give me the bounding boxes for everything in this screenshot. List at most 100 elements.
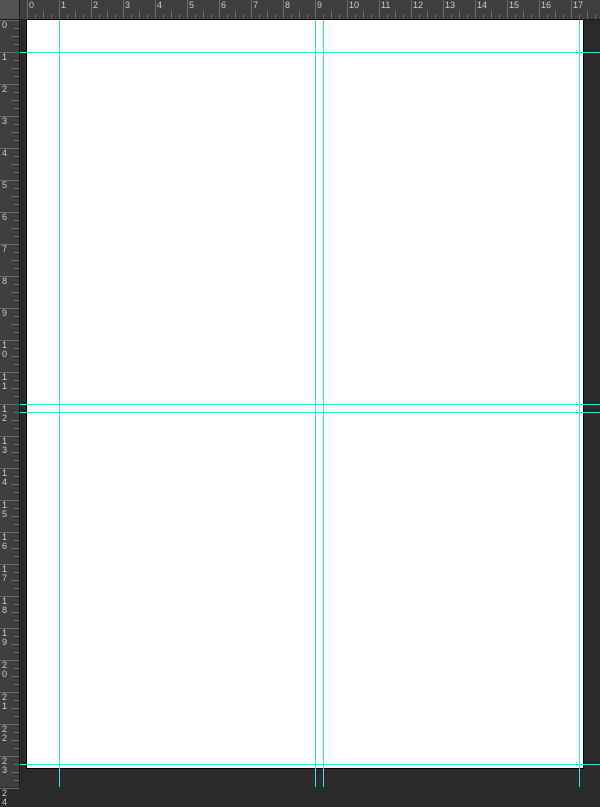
ruler-v-label: 9 bbox=[2, 309, 7, 318]
ruler-v-subtick bbox=[14, 380, 19, 381]
ruler-h-subtick bbox=[523, 11, 524, 19]
ruler-h-subtick bbox=[75, 11, 76, 19]
ruler-h-tick bbox=[219, 0, 220, 19]
ruler-v-subtick bbox=[14, 252, 19, 253]
ruler-h-tick bbox=[411, 0, 412, 19]
ruler-v-label: 2 2 bbox=[2, 725, 7, 743]
ruler-v-label: 1 5 bbox=[2, 501, 7, 519]
guide-horizontal[interactable] bbox=[20, 52, 600, 53]
ruler-h-tick bbox=[123, 0, 124, 19]
ruler-h-subtick bbox=[563, 14, 564, 19]
ruler-h-subtick bbox=[67, 14, 68, 19]
ruler-v-subtick bbox=[14, 28, 19, 29]
ruler-v-subtick bbox=[14, 492, 19, 493]
ruler-v-label: 2 0 bbox=[2, 661, 7, 679]
ruler-v-subtick bbox=[14, 700, 19, 701]
ruler-h-label: 10 bbox=[349, 1, 359, 10]
ruler-v-subtick bbox=[14, 684, 19, 685]
ruler-h-subtick bbox=[491, 11, 492, 19]
document-canvas[interactable] bbox=[27, 20, 583, 768]
ruler-v-subtick bbox=[14, 76, 19, 77]
ruler-h-subtick bbox=[163, 14, 164, 19]
ruler-v-subtick bbox=[14, 636, 19, 637]
ruler-h-subtick bbox=[579, 14, 580, 19]
ruler-v-subtick bbox=[11, 292, 19, 293]
ruler-v-subtick bbox=[14, 220, 19, 221]
ruler-h-tick bbox=[539, 0, 540, 19]
ruler-h-subtick bbox=[203, 11, 204, 19]
ruler-h-subtick bbox=[99, 14, 100, 19]
ruler-h-subtick bbox=[387, 14, 388, 19]
ruler-v-subtick bbox=[11, 484, 19, 485]
ruler-h-tick bbox=[187, 0, 188, 19]
ruler-v-label: 2 3 bbox=[2, 757, 7, 775]
ruler-v-subtick bbox=[14, 620, 19, 621]
ruler-h-subtick bbox=[43, 11, 44, 19]
ruler-v-subtick bbox=[14, 316, 19, 317]
ruler-v-subtick bbox=[11, 132, 19, 133]
ruler-v-subtick bbox=[14, 668, 19, 669]
ruler-h-label: 8 bbox=[285, 1, 290, 10]
ruler-v-subtick bbox=[14, 540, 19, 541]
ruler-h-subtick bbox=[259, 14, 260, 19]
ruler-v-subtick bbox=[14, 332, 19, 333]
guide-horizontal[interactable] bbox=[20, 404, 600, 405]
ruler-v-subtick bbox=[14, 44, 19, 45]
ruler-v-subtick bbox=[14, 60, 19, 61]
ruler-v-subtick bbox=[14, 412, 19, 413]
ruler-h-tick bbox=[155, 0, 156, 19]
ruler-h-subtick bbox=[499, 14, 500, 19]
ruler-v-subtick bbox=[14, 156, 19, 157]
ruler-v-subtick bbox=[11, 516, 19, 517]
ruler-v-subtick bbox=[14, 556, 19, 557]
ruler-v-subtick bbox=[14, 508, 19, 509]
ruler-v-label: 1 2 bbox=[2, 405, 7, 423]
ruler-origin-box[interactable] bbox=[0, 0, 20, 20]
ruler-v-subtick bbox=[11, 356, 19, 357]
ruler-v-label: 6 bbox=[2, 213, 7, 222]
ruler-v-subtick bbox=[14, 748, 19, 749]
ruler-v-subtick bbox=[11, 580, 19, 581]
ruler-h-subtick bbox=[307, 14, 308, 19]
ruler-v-subtick bbox=[14, 284, 19, 285]
ruler-h-tick bbox=[315, 0, 316, 19]
ruler-horizontal[interactable]: 0123456789101112131415161718 bbox=[20, 0, 600, 20]
ruler-h-tick bbox=[507, 0, 508, 19]
ruler-v-subtick bbox=[11, 324, 19, 325]
ruler-h-subtick bbox=[515, 14, 516, 19]
ruler-h-label: 2 bbox=[93, 1, 98, 10]
ruler-vertical[interactable]: 01234567891 01 11 21 31 41 51 61 71 81 9… bbox=[0, 20, 20, 787]
ruler-v-subtick bbox=[11, 644, 19, 645]
workspace[interactable] bbox=[20, 20, 600, 787]
ruler-h-subtick bbox=[107, 11, 108, 19]
ruler-h-label: 11 bbox=[381, 1, 390, 10]
ruler-v-label: 0 bbox=[2, 21, 7, 30]
ruler-v-label: 1 9 bbox=[2, 629, 7, 647]
ruler-h-subtick bbox=[467, 14, 468, 19]
ruler-v-subtick bbox=[14, 764, 19, 765]
ruler-h-subtick bbox=[427, 11, 428, 19]
ruler-h-subtick bbox=[235, 11, 236, 19]
ruler-h-label: 4 bbox=[157, 1, 162, 10]
ruler-h-tick bbox=[91, 0, 92, 19]
ruler-v-subtick bbox=[14, 396, 19, 397]
ruler-h-subtick bbox=[451, 14, 452, 19]
ruler-v-subtick bbox=[14, 460, 19, 461]
ruler-h-subtick bbox=[595, 14, 596, 19]
ruler-h-subtick bbox=[459, 11, 460, 19]
ruler-v-label: 2 4 bbox=[2, 789, 7, 807]
ruler-h-subtick bbox=[435, 14, 436, 19]
ruler-h-subtick bbox=[547, 14, 548, 19]
ruler-v-subtick bbox=[14, 428, 19, 429]
ruler-v-subtick bbox=[11, 260, 19, 261]
guide-horizontal[interactable] bbox=[20, 412, 600, 413]
ruler-v-label: 1 7 bbox=[2, 565, 7, 583]
ruler-h-label: 13 bbox=[445, 1, 455, 10]
ruler-v-subtick bbox=[14, 476, 19, 477]
ruler-v-subtick bbox=[14, 588, 19, 589]
ruler-v-subtick bbox=[11, 740, 19, 741]
guide-horizontal[interactable] bbox=[20, 764, 600, 765]
ruler-h-tick bbox=[443, 0, 444, 19]
ruler-h-subtick bbox=[299, 11, 300, 19]
ruler-v-subtick bbox=[14, 300, 19, 301]
